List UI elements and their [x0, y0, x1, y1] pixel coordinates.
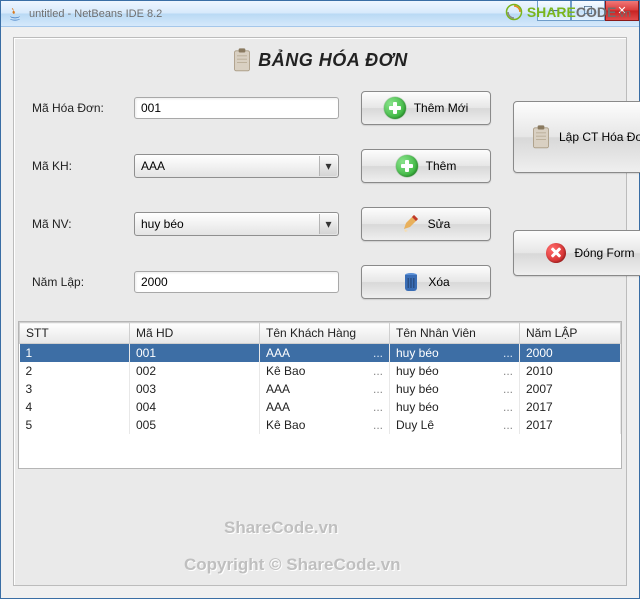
col-mahd[interactable]: Mã HD	[130, 323, 260, 344]
copyright: Copyright © ShareCode.vn	[184, 555, 401, 575]
table-row[interactable]: 3003AAA...huy béo...2007	[20, 380, 621, 398]
trash-icon	[402, 272, 420, 292]
close-icon	[546, 243, 566, 263]
table-row[interactable]: 1001AAA...huy béo...2000	[20, 344, 621, 363]
table-header-row: STT Mã HD Tên Khách Hàng Tên Nhân Viên N…	[20, 323, 621, 344]
ma-kh-label: Mã KH:	[32, 159, 112, 173]
lap-ct-button[interactable]: Lập CT Hóa Đơn	[513, 101, 640, 173]
page-header: BẢNG HÓA ĐƠN	[14, 38, 626, 81]
col-kh[interactable]: Tên Khách Hàng	[260, 323, 390, 344]
plus-icon	[396, 155, 418, 177]
nam-lap-input[interactable]	[134, 271, 339, 293]
col-nv[interactable]: Tên Nhân Viên	[390, 323, 520, 344]
clipboard-icon	[531, 125, 551, 149]
xoa-button[interactable]: Xóa	[361, 265, 491, 299]
them-button[interactable]: Thêm	[361, 149, 491, 183]
page-title: BẢNG HÓA ĐƠN	[258, 50, 407, 71]
ma-hd-label: Mã Hóa Đơn:	[32, 101, 112, 115]
col-nam[interactable]: Năm LẬP	[520, 323, 621, 344]
sua-button[interactable]: Sửa	[361, 207, 491, 241]
ma-nv-label: Mã NV:	[32, 217, 112, 231]
nam-lap-label: Năm Lập:	[32, 275, 112, 289]
col-stt[interactable]: STT	[20, 323, 130, 344]
table-row[interactable]: 4004AAA...huy béo...2017	[20, 398, 621, 416]
window-title: untitled - NetBeans IDE 8.2	[29, 8, 162, 20]
ma-nv-combo[interactable]	[134, 212, 339, 236]
plus-icon	[384, 97, 406, 119]
watermark: ShareCode.vn	[224, 518, 338, 538]
ma-kh-combo[interactable]	[134, 154, 339, 178]
java-icon	[7, 6, 23, 22]
brand-watermark: SHARECODE.vn	[505, 3, 631, 21]
them-moi-button[interactable]: Thêm Mới	[361, 91, 491, 125]
invoice-table[interactable]: STT Mã HD Tên Khách Hàng Tên Nhân Viên N…	[18, 321, 622, 469]
table-row[interactable]: 2002Kê Bao...huy béo...2010	[20, 362, 621, 380]
ma-hd-input[interactable]	[134, 97, 339, 119]
clipboard-icon	[232, 48, 252, 72]
table-row[interactable]: 5005Kê Bao...Duy Lê...2017	[20, 416, 621, 434]
main-panel: BẢNG HÓA ĐƠN Mã Hóa Đơn: Thêm Mới Lập CT…	[13, 37, 627, 586]
dong-form-button[interactable]: Đóng Form	[513, 230, 640, 276]
pencil-icon	[402, 215, 420, 233]
app-window: untitled - NetBeans IDE 8.2 ─ ☐ ✕ SHAREC…	[0, 0, 640, 599]
